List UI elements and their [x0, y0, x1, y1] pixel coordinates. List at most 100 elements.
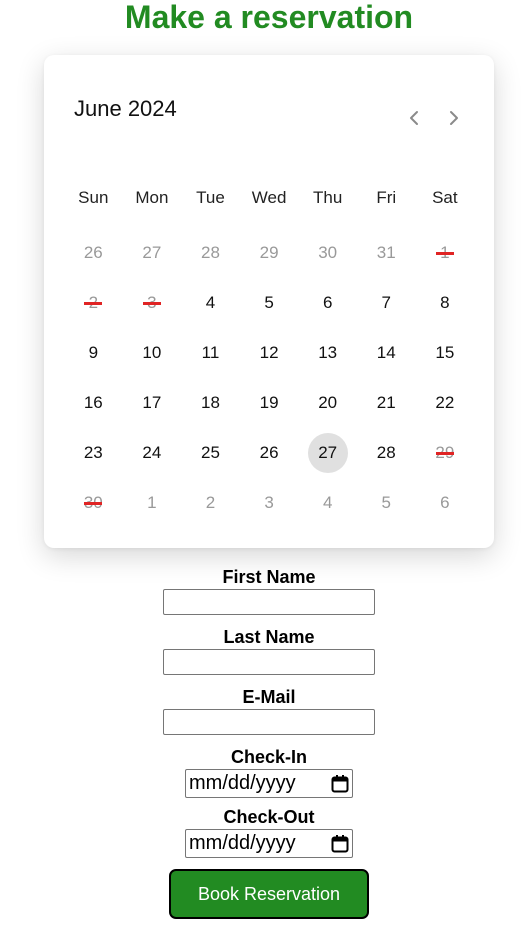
check-out-date-input[interactable]: mm/dd/yyyy: [185, 829, 353, 858]
calendar: June 2024 Sun Mon Tue Wed Thu Fri Sat 26 27 28 29…: [44, 55, 494, 548]
calendar-day[interactable]: 16: [64, 378, 123, 428]
calendar-day-number: 30: [318, 243, 338, 262]
calendar-day[interactable]: 2: [181, 478, 240, 528]
calendar-icon[interactable]: [331, 834, 349, 854]
calendar-day-number: 4: [322, 493, 333, 512]
calendar-day-number: 13: [318, 343, 338, 362]
first-name-input[interactable]: [163, 589, 375, 615]
calendar-day-number: 26: [259, 443, 279, 462]
calendar-day[interactable]: 11: [181, 328, 240, 378]
calendar-day-number: 28: [201, 243, 220, 262]
calendar-day-today[interactable]: 27: [298, 428, 357, 478]
last-name-input[interactable]: [163, 649, 375, 675]
calendar-day-unavailable: 29: [416, 428, 475, 478]
calendar-day[interactable]: 15: [416, 328, 475, 378]
calendar-day-number: 27: [142, 243, 162, 262]
calendar-day[interactable]: 22: [416, 378, 475, 428]
calendar-day-number: 5: [264, 293, 274, 312]
calendar-day-number: 11: [201, 343, 220, 362]
calendar-weekday-header: Sun Mon Tue Wed Thu Fri Sat: [64, 188, 474, 208]
calendar-day[interactable]: 8: [416, 278, 475, 328]
check-out-placeholder: mm/dd/yyyy: [189, 832, 296, 854]
calendar-day[interactable]: 24: [123, 428, 182, 478]
calendar-icon[interactable]: [331, 774, 349, 794]
last-name-label: Last Name: [223, 627, 315, 647]
calendar-day-number: 8: [440, 293, 450, 312]
calendar-day-number: 16: [83, 393, 103, 412]
calendar-day[interactable]: 18: [181, 378, 240, 428]
calendar-day[interactable]: 31: [357, 228, 416, 278]
calendar-day[interactable]: 19: [240, 378, 299, 428]
calendar-day[interactable]: 4: [181, 278, 240, 328]
calendar-day[interactable]: 4: [298, 478, 357, 528]
calendar-day-number: 18: [201, 393, 220, 412]
calendar-day[interactable]: 21: [357, 378, 416, 428]
check-in-date-input[interactable]: mm/dd/yyyy: [185, 769, 353, 798]
book-reservation-button[interactable]: Book Reservation: [169, 869, 369, 919]
weekday-label: Sun: [78, 188, 109, 207]
calendar-day-number: 12: [259, 343, 279, 362]
calendar-day[interactable]: 20: [298, 378, 357, 428]
calendar-day[interactable]: 28: [181, 228, 240, 278]
calendar-day[interactable]: 9: [64, 328, 123, 378]
calendar-day[interactable]: 7: [357, 278, 416, 328]
calendar-day-number: 2: [73, 283, 113, 323]
calendar-day[interactable]: 27: [123, 228, 182, 278]
email-input[interactable]: [163, 709, 375, 735]
calendar-day-number: 21: [376, 393, 396, 412]
check-in-placeholder: mm/dd/yyyy: [189, 772, 296, 794]
page-title: Make a reservation: [124, 0, 414, 35]
check-out-label: Check-Out: [223, 807, 315, 827]
calendar-day-number: 31: [376, 243, 396, 262]
calendar-day-number: 15: [435, 343, 455, 362]
calendar-day-unavailable: 3: [123, 278, 182, 328]
calendar-day[interactable]: 6: [416, 478, 475, 528]
weekday-label: Wed: [251, 188, 287, 207]
calendar-day[interactable]: 5: [240, 278, 299, 328]
chevron-left-icon: [410, 111, 418, 125]
calendar-day-number: 9: [88, 343, 99, 362]
calendar-day-number: 10: [142, 343, 162, 362]
calendar-day[interactable]: 10: [123, 328, 182, 378]
calendar-day[interactable]: 25: [181, 428, 240, 478]
calendar-day-number: 25: [201, 443, 220, 462]
calendar-day[interactable]: 1: [123, 478, 182, 528]
weekday-label: Sat: [432, 188, 458, 207]
calendar-day[interactable]: 13: [298, 328, 357, 378]
weekday-label: Fri: [376, 188, 397, 207]
calendar-day[interactable]: 5: [357, 478, 416, 528]
calendar-day[interactable]: 23: [64, 428, 123, 478]
calendar-day-number: 3: [132, 283, 172, 323]
calendar-month-label: June 2024: [74, 96, 177, 121]
calendar-day[interactable]: 28: [357, 428, 416, 478]
calendar-day[interactable]: 30: [298, 228, 357, 278]
calendar-day-number: 24: [142, 443, 162, 462]
calendar-day[interactable]: 14: [357, 328, 416, 378]
calendar-day-number: 26: [83, 243, 103, 262]
calendar-day-unavailable: 2: [64, 278, 123, 328]
check-in-label: Check-In: [230, 747, 308, 767]
calendar-day-number: 7: [381, 293, 391, 312]
calendar-day-number: 1: [425, 233, 465, 273]
calendar-day-number: 27: [307, 433, 348, 473]
calendar-day-number: 23: [83, 443, 103, 462]
calendar-day-number: 1: [147, 493, 157, 512]
weekday-label: Mon: [135, 188, 169, 207]
calendar-prev-button[interactable]: [402, 105, 426, 131]
weekday-label: Tue: [196, 188, 225, 207]
calendar-day-grid: 26 27 28 29 30 31 1 2 3 4 5 6 7 8 9 10 11 12 13 14 15 16 17 18 1…: [64, 228, 474, 528]
calendar-day[interactable]: 12: [240, 328, 299, 378]
calendar-day[interactable]: 3: [240, 478, 299, 528]
calendar-day[interactable]: 17: [123, 378, 182, 428]
calendar-day[interactable]: 6: [298, 278, 357, 328]
calendar-next-button[interactable]: [442, 105, 466, 131]
calendar-day-number: 2: [205, 493, 216, 512]
weekday-label: Thu: [313, 188, 343, 207]
calendar-day-number: 5: [381, 493, 391, 512]
calendar-day[interactable]: 26: [240, 428, 299, 478]
calendar-day-number: 19: [259, 393, 279, 412]
calendar-day-number: 4: [205, 293, 216, 312]
calendar-day-unavailable: 1: [416, 228, 475, 278]
calendar-day[interactable]: 29: [240, 228, 299, 278]
calendar-day[interactable]: 26: [64, 228, 123, 278]
